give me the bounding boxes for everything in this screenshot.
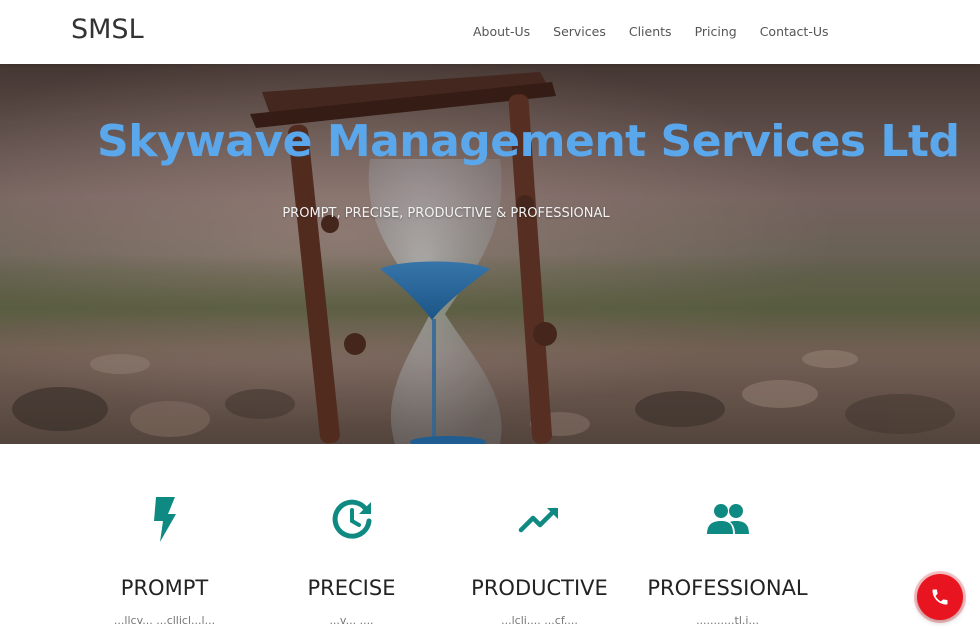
nav-link-contact-us[interactable]: Contact-Us [760, 24, 829, 39]
feature-precise: PRECISE ...v... .... [258, 494, 445, 628]
top-navbar: SMSL About-Us Services Clients Pricing C… [0, 0, 980, 64]
hero-subtitle: PROMPT, PRECISE, PRODUCTIVE & PROFESSION… [282, 206, 610, 221]
brand-logo[interactable]: SMSL [71, 14, 144, 45]
nav-link-clients[interactable]: Clients [629, 24, 672, 39]
nav-link-services[interactable]: Services [553, 24, 606, 39]
hero-title: Skywave Management Services Ltd [97, 116, 960, 167]
feature-text: ...lcli.... ...cf.... [501, 614, 578, 627]
phone-icon [932, 589, 948, 605]
main-nav: About-Us Services Clients Pricing Contac… [473, 24, 852, 39]
feature-text: ...........tl.i... [696, 614, 759, 627]
feature-title: PROFESSIONAL [647, 576, 808, 600]
trending-up-icon [518, 507, 558, 533]
features-section: PROMPT ...llcv... ...cllicl...l... PRECI… [0, 444, 980, 630]
feature-text: ...llcv... ...cllicl...l... [113, 614, 216, 627]
nav-link-pricing[interactable]: Pricing [695, 24, 737, 39]
feature-text: ...v... .... [329, 614, 374, 627]
lightning-bolt-icon [153, 497, 176, 542]
feature-professional: PROFESSIONAL ...........tl.i... [634, 494, 821, 628]
feature-title: PRECISE [307, 576, 396, 600]
feature-productive: PRODUCTIVE ...lcli.... ...cf.... [446, 494, 633, 628]
hero-section: Skywave Management Services Ltd PROMPT, … [0, 64, 980, 444]
feature-prompt: PROMPT ...llcv... ...cllicl...l... [71, 494, 258, 628]
feature-title: PROMPT [120, 576, 209, 600]
clock-refresh-icon [332, 499, 371, 539]
feature-title: PRODUCTIVE [471, 576, 608, 600]
people-icon [706, 504, 749, 534]
call-button[interactable] [917, 574, 963, 620]
nav-link-about-us[interactable]: About-Us [473, 24, 530, 39]
